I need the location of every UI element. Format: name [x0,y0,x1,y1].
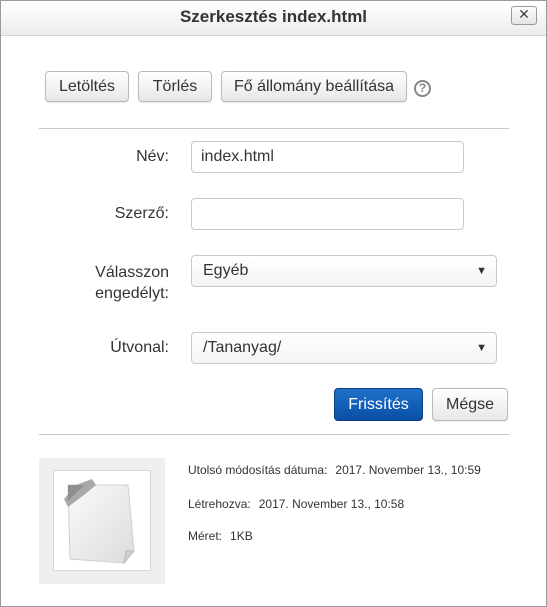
license-label-line1: Válasszon [95,264,169,281]
question-mark-icon[interactable]: ? [414,80,431,97]
cancel-button[interactable]: Mégse [432,388,508,421]
license-label-line2: engedélyt: [95,285,169,302]
divider-top [39,128,509,129]
created-row: Létrehozva: 2017. November 13., 10:58 [188,497,404,511]
size-value: 1KB [230,529,253,543]
name-input[interactable]: index.html [191,141,464,173]
file-thumbnail [39,458,165,584]
license-select[interactable]: Egyéb ▼ [191,255,497,287]
update-button[interactable]: Frissítés [334,388,423,421]
generic-file-icon [64,479,136,565]
modified-row: Utolsó módosítás dátuma: 2017. November 1… [188,463,481,477]
path-select[interactable]: /Tananyag/ ▼ [191,332,497,364]
license-label: Válasszon engedélyt: [61,262,169,304]
license-selected-value: Egyéb [203,262,249,279]
delete-button[interactable]: Törlés [138,71,212,102]
author-label: Szerző: [114,205,169,222]
path-selected-value: /Tananyag/ [203,339,282,356]
edit-file-dialog: Szerkesztés index.html ✕ Letöltés Törlés… [0,0,547,607]
dialog-title: Szerkesztés index.html [179,7,368,26]
size-label: Méret: [188,529,223,543]
dropdown-arrow-icon: ▼ [476,265,487,277]
modified-label: Utolsó módosítás dátuma: [188,463,328,477]
size-row: Méret: 1KB [188,529,253,543]
name-label: Név: [136,148,169,165]
set-main-file-button[interactable]: Fő állomány beállítása [221,71,407,102]
modified-value: 2017. November 13., 10:59 [335,463,481,477]
path-label: Útvonal: [110,339,169,356]
close-button[interactable]: ✕ [511,6,537,25]
download-button[interactable]: Letöltés [45,71,129,102]
author-input[interactable] [191,198,464,230]
dialog-titlebar: Szerkesztés index.html ✕ [1,1,546,36]
created-value: 2017. November 13., 10:58 [258,497,405,511]
thumbnail-frame [53,470,151,571]
divider-bottom [39,434,509,435]
close-icon: ✕ [518,6,530,22]
created-label: Létrehozva: [188,497,251,511]
dropdown-arrow-icon: ▼ [476,342,487,354]
